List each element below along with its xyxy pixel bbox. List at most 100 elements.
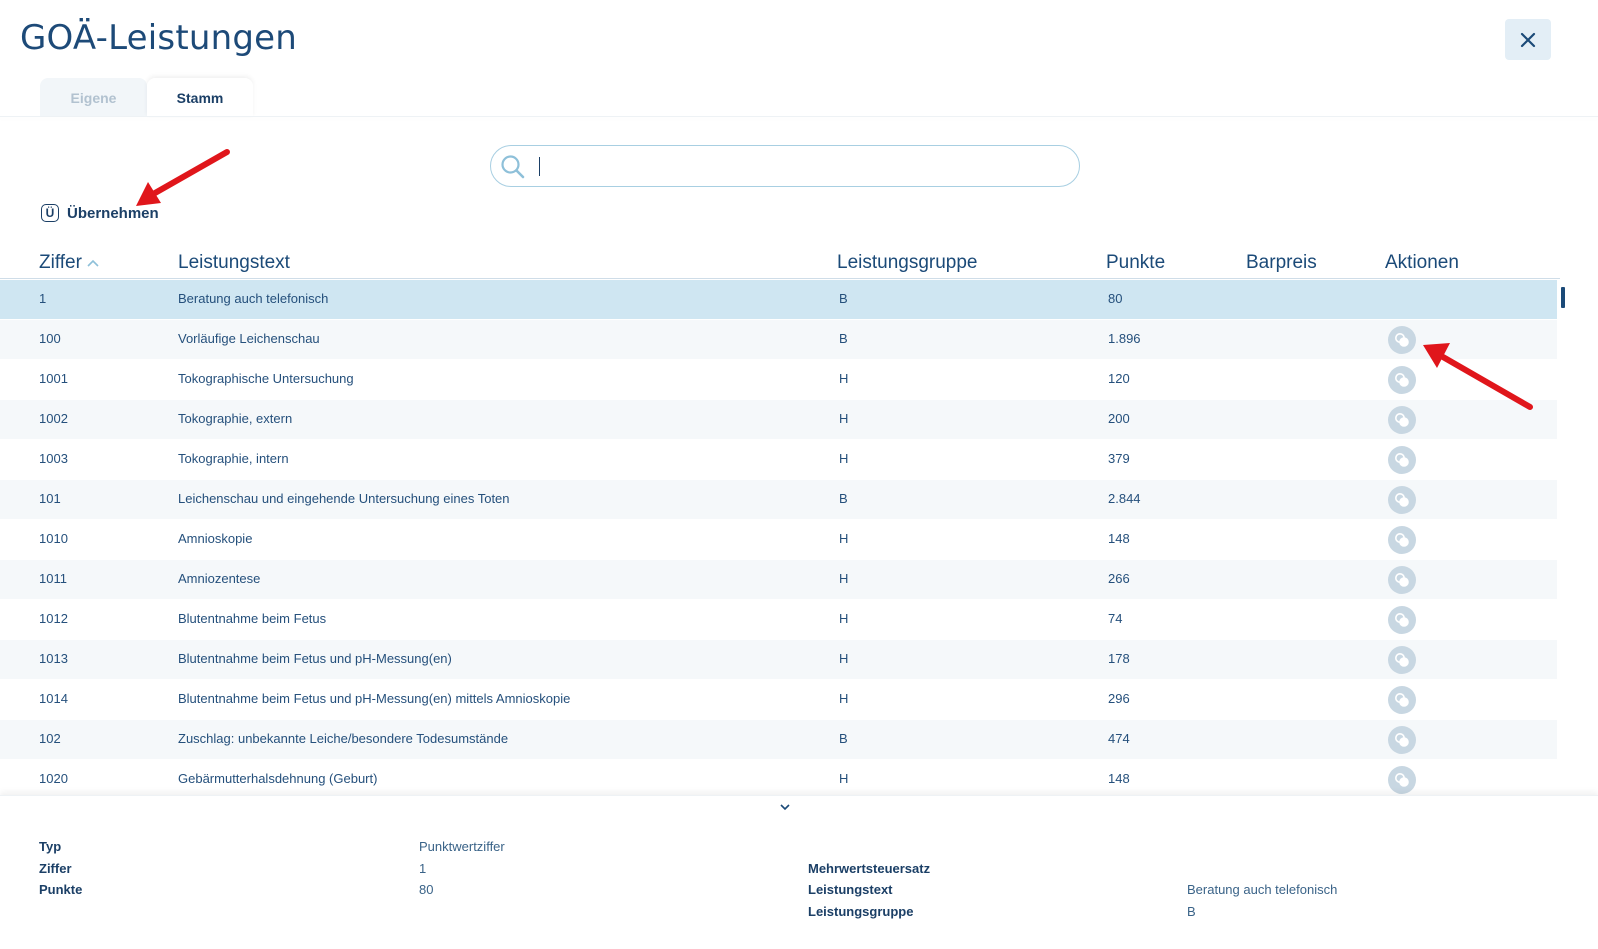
cell-ziffer: 101 bbox=[39, 491, 61, 506]
column-header-leistungstext[interactable]: Leistungstext bbox=[178, 252, 290, 274]
detail-label-typ: Typ bbox=[39, 839, 62, 854]
table-body: 1 Beratung auch telefonisch B 80 100 Vor… bbox=[0, 280, 1557, 800]
tab-stamm[interactable]: Stamm bbox=[147, 78, 253, 117]
copy-action-button[interactable] bbox=[1388, 686, 1416, 714]
cell-ziffer: 1 bbox=[39, 291, 47, 306]
table-row[interactable]: 101 Leichenschau und eingehende Untersuc… bbox=[0, 480, 1557, 520]
copy-icon bbox=[1395, 653, 1409, 667]
cell-punkte: 120 bbox=[1108, 371, 1130, 386]
column-header-leistungsgruppe[interactable]: Leistungsgruppe bbox=[837, 252, 978, 274]
uebernehmen-button[interactable]: Ü Übernehmen bbox=[41, 204, 159, 222]
cell-leistungsgruppe: B bbox=[839, 331, 848, 346]
close-button[interactable] bbox=[1505, 19, 1551, 60]
detail-label-leistungstext: Leistungstext bbox=[808, 882, 893, 897]
cell-punkte: 296 bbox=[1108, 691, 1130, 706]
table-row[interactable]: 1001 Tokographische Untersuchung H 120 bbox=[0, 360, 1557, 400]
cell-leistungsgruppe: H bbox=[839, 771, 849, 786]
detail-panel: Typ Punktwertziffer Ziffer 1 Punkte 80 M… bbox=[0, 795, 1598, 949]
cell-leistungstext: Zuschlag: unbekannte Leiche/besondere To… bbox=[178, 731, 509, 746]
copy-icon bbox=[1395, 373, 1409, 387]
table-row[interactable]: 100 Vorläufige Leichenschau B 1.896 bbox=[0, 320, 1557, 360]
copy-action-button[interactable] bbox=[1388, 646, 1416, 674]
cell-leistungsgruppe: H bbox=[839, 571, 849, 586]
copy-action-button[interactable] bbox=[1388, 726, 1416, 754]
table-row[interactable]: 1012 Blutentnahme beim Fetus H 74 bbox=[0, 600, 1557, 640]
copy-action-button[interactable] bbox=[1388, 486, 1416, 514]
uebernehmen-label: Übernehmen bbox=[67, 204, 159, 222]
column-header-punkte[interactable]: Punkte bbox=[1106, 252, 1165, 274]
chevron-up-icon bbox=[87, 259, 99, 267]
copy-icon bbox=[1395, 493, 1409, 507]
cell-punkte: 2.844 bbox=[1108, 491, 1141, 506]
cell-leistungstext: Beratung auch telefonisch bbox=[178, 291, 329, 306]
table-row[interactable]: 1002 Tokographie, extern H 200 bbox=[0, 400, 1557, 440]
cell-leistungstext: Vorläufige Leichenschau bbox=[178, 331, 320, 346]
copy-action-button[interactable] bbox=[1388, 606, 1416, 634]
cell-ziffer: 102 bbox=[39, 731, 61, 746]
cell-leistungstext: Tokographische Untersuchung bbox=[178, 371, 354, 386]
table-row[interactable]: 1011 Amniozentese H 266 bbox=[0, 560, 1557, 600]
copy-icon bbox=[1395, 533, 1409, 547]
detail-label-ziffer: Ziffer bbox=[39, 861, 72, 876]
cell-punkte: 178 bbox=[1108, 651, 1130, 666]
column-header-aktionen: Aktionen bbox=[1385, 252, 1459, 273]
text-cursor bbox=[539, 157, 540, 176]
column-header-ziffer[interactable]: Ziffer bbox=[39, 252, 99, 274]
cell-leistungsgruppe: H bbox=[839, 411, 849, 426]
cell-leistungstext: Tokographie, extern bbox=[178, 411, 293, 426]
search-icon bbox=[501, 155, 525, 179]
cell-ziffer: 1014 bbox=[39, 691, 68, 706]
detail-value-leistungstext: Beratung auch telefonisch bbox=[1187, 882, 1338, 897]
table-row[interactable]: 1 Beratung auch telefonisch B 80 bbox=[0, 280, 1557, 320]
column-header-barpreis[interactable]: Barpreis bbox=[1246, 252, 1317, 274]
table-row[interactable]: 1003 Tokographie, intern H 379 bbox=[0, 440, 1557, 480]
copy-action-button[interactable] bbox=[1388, 566, 1416, 594]
cell-punkte: 148 bbox=[1108, 531, 1130, 546]
cell-leistungstext: Gebärmutterhalsdehnung (Geburt) bbox=[178, 771, 378, 786]
table-row[interactable]: 1013 Blutentnahme beim Fetus und pH-Mess… bbox=[0, 640, 1557, 680]
copy-icon bbox=[1395, 693, 1409, 707]
copy-icon bbox=[1395, 453, 1409, 467]
copy-icon bbox=[1395, 613, 1409, 627]
table-row[interactable]: 1014 Blutentnahme beim Fetus und pH-Mess… bbox=[0, 680, 1557, 720]
copy-action-button[interactable] bbox=[1388, 326, 1416, 354]
cell-leistungstext: Blutentnahme beim Fetus und pH-Messung(e… bbox=[178, 651, 452, 666]
cell-ziffer: 1002 bbox=[39, 411, 68, 426]
cell-leistungsgruppe: B bbox=[839, 291, 848, 306]
tab-eigene[interactable]: Eigene bbox=[40, 78, 147, 117]
detail-value-leistungsgruppe: B bbox=[1187, 904, 1196, 919]
cell-leistungsgruppe: H bbox=[839, 531, 849, 546]
table-row[interactable]: 1010 Amnioskopie H 148 bbox=[0, 520, 1557, 560]
cell-ziffer: 1020 bbox=[39, 771, 68, 786]
close-icon bbox=[1520, 32, 1536, 47]
copy-icon bbox=[1395, 733, 1409, 747]
copy-action-button[interactable] bbox=[1388, 366, 1416, 394]
cell-leistungsgruppe: H bbox=[839, 611, 849, 626]
chevron-down-icon[interactable] bbox=[778, 802, 792, 812]
search-input[interactable] bbox=[543, 152, 1067, 182]
table-header: Ziffer Leistungstext Leistungsgruppe Pun… bbox=[0, 250, 1560, 279]
cell-ziffer: 1012 bbox=[39, 611, 68, 626]
cell-leistungsgruppe: H bbox=[839, 371, 849, 386]
copy-action-button[interactable] bbox=[1388, 446, 1416, 474]
tab-divider bbox=[0, 116, 1598, 117]
cell-ziffer: 1010 bbox=[39, 531, 68, 546]
cell-leistungsgruppe: B bbox=[839, 731, 848, 746]
table-row[interactable]: 1020 Gebärmutterhalsdehnung (Geburt) H 1… bbox=[0, 760, 1557, 800]
cell-ziffer: 1001 bbox=[39, 371, 68, 386]
scrollbar-thumb[interactable] bbox=[1561, 287, 1565, 308]
copy-action-button[interactable] bbox=[1388, 406, 1416, 434]
detail-label-mehrwertsteuersatz: Mehrwertsteuersatz bbox=[808, 861, 931, 876]
cell-leistungsgruppe: H bbox=[839, 691, 849, 706]
cell-punkte: 80 bbox=[1108, 291, 1123, 306]
table-row[interactable]: 102 Zuschlag: unbekannte Leiche/besonder… bbox=[0, 720, 1557, 760]
uebernehmen-icon: Ü bbox=[41, 204, 59, 222]
search-box[interactable] bbox=[490, 145, 1080, 187]
copy-action-button[interactable] bbox=[1388, 766, 1416, 794]
copy-action-button[interactable] bbox=[1388, 526, 1416, 554]
cell-ziffer: 1011 bbox=[39, 571, 67, 586]
cell-leistungstext: Amniozentese bbox=[178, 571, 261, 586]
cell-punkte: 74 bbox=[1108, 611, 1123, 626]
cell-ziffer: 1013 bbox=[39, 651, 68, 666]
cell-leistungsgruppe: H bbox=[839, 651, 849, 666]
